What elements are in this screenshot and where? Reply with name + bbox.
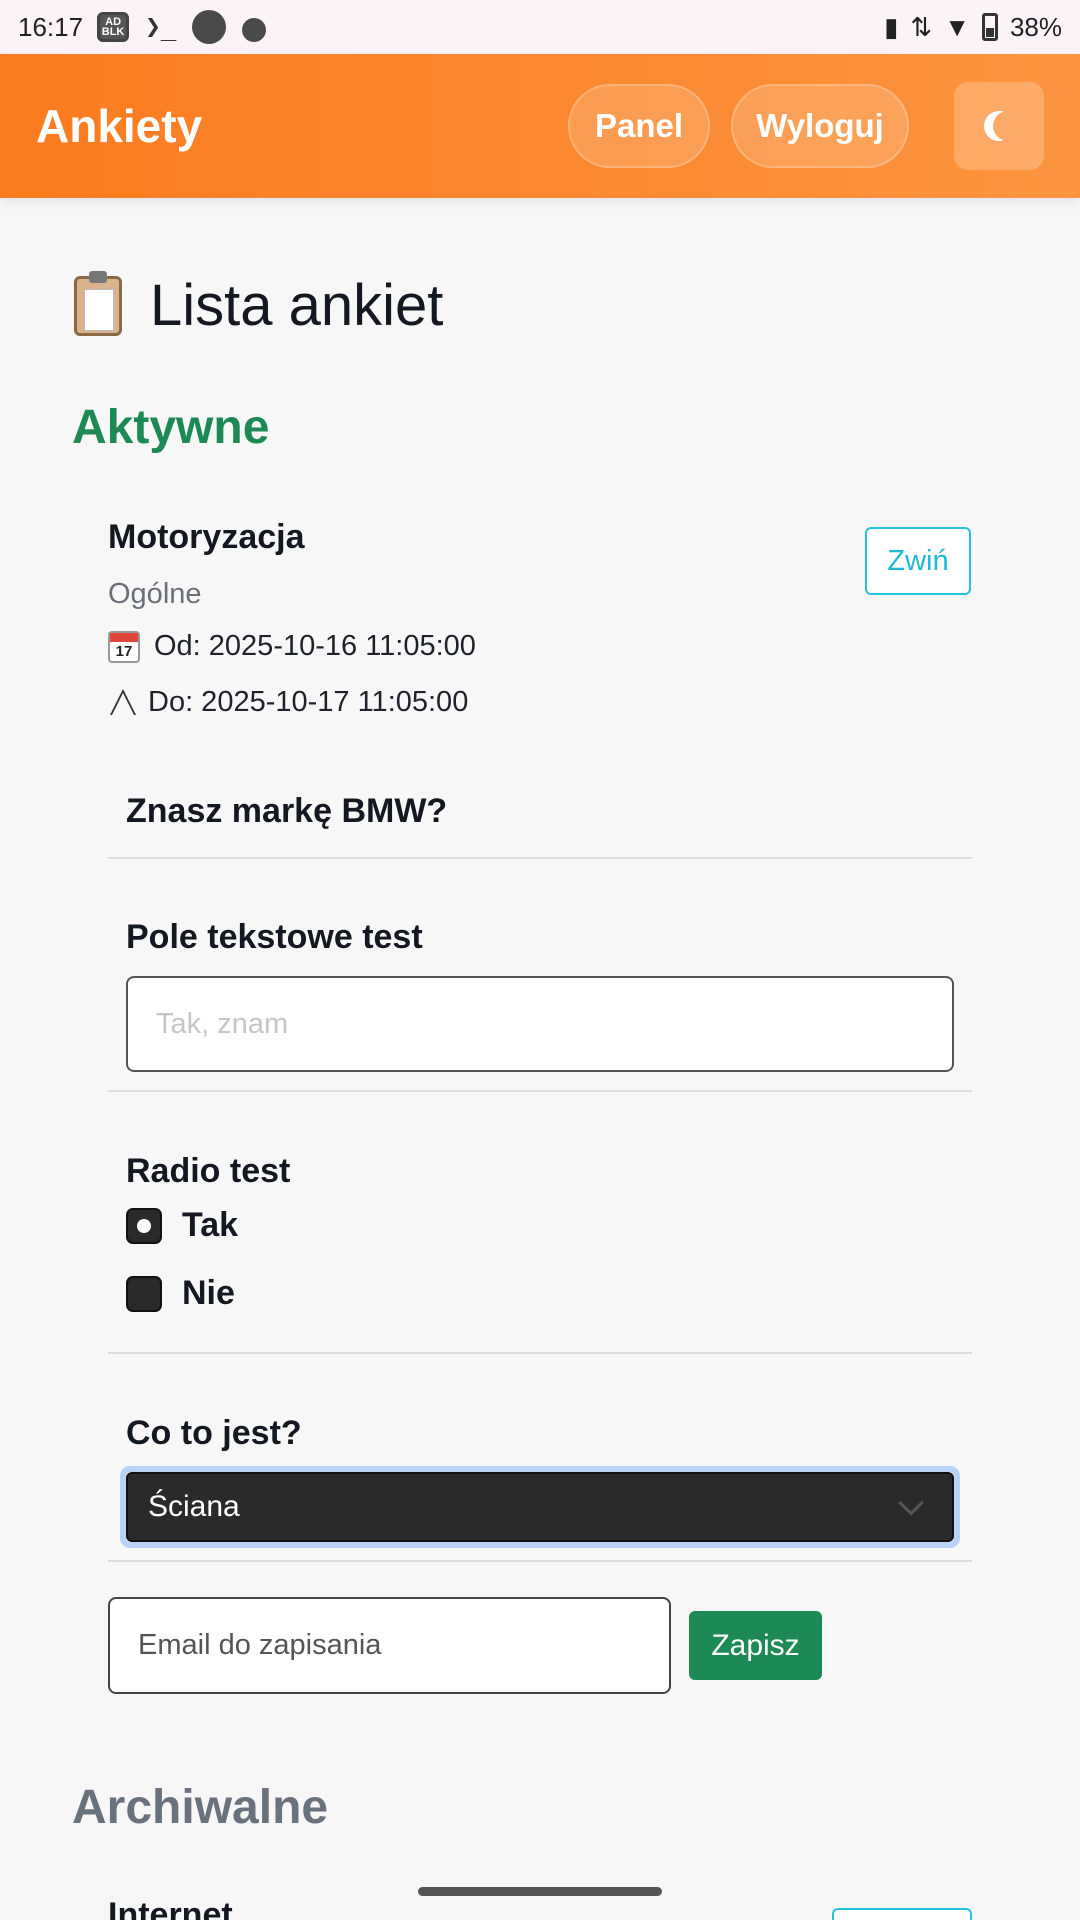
radio-option-tak[interactable]: Tak bbox=[126, 1206, 238, 1245]
logout-button[interactable]: Wyloguj bbox=[731, 84, 909, 168]
battery-icon bbox=[981, 13, 998, 41]
question-4-label: Co to jest? bbox=[126, 1414, 302, 1452]
page-title-text: Lista ankiet bbox=[150, 273, 444, 338]
bomb-icon bbox=[242, 18, 267, 42]
data-arrows-icon: ⇅ bbox=[910, 11, 933, 42]
vibrate-icon: ▮ bbox=[884, 11, 899, 42]
active-heading: Aktywne bbox=[72, 401, 270, 454]
status-right: ▮ ⇅ ▼ 38% bbox=[884, 12, 1062, 43]
divider bbox=[108, 1090, 972, 1092]
survey-title: Motoryzacja bbox=[108, 518, 305, 556]
home-indicator[interactable] bbox=[418, 1887, 662, 1896]
page-title: Lista ankiet bbox=[74, 270, 444, 339]
radio-checked-icon[interactable] bbox=[126, 1207, 162, 1244]
select-value: Ściana bbox=[148, 1490, 240, 1523]
archive-expand-button[interactable] bbox=[832, 1908, 972, 1920]
date-from: Od: 2025-10-16 11:05:00 bbox=[108, 630, 476, 663]
battery-percent: 38% bbox=[1009, 11, 1062, 42]
adblock-icon: AD BLK bbox=[97, 12, 130, 42]
archive-survey-title: Internet bbox=[108, 1896, 233, 1920]
brand-title[interactable]: Ankiety bbox=[36, 99, 202, 153]
circle-icon bbox=[192, 10, 227, 44]
answer-select[interactable]: Ściana bbox=[126, 1472, 954, 1542]
radio-unchecked-icon[interactable] bbox=[126, 1275, 162, 1312]
terminal-icon: ❯_ bbox=[145, 12, 177, 42]
survey-category: Ogólne bbox=[108, 578, 202, 610]
moon-icon bbox=[993, 111, 1023, 141]
email-field[interactable]: Email do zapisania bbox=[108, 1597, 671, 1694]
question-3-label: Radio test bbox=[126, 1152, 291, 1190]
question-1-label: Znasz markę BMW? bbox=[126, 792, 448, 830]
date-from-text: Od: 2025-10-16 11:05:00 bbox=[154, 630, 476, 662]
radio-option-nie[interactable]: Nie bbox=[126, 1274, 235, 1313]
save-button[interactable]: Zapisz bbox=[689, 1611, 822, 1680]
radio-label-nie: Nie bbox=[182, 1274, 235, 1312]
panel-button[interactable]: Panel bbox=[568, 84, 710, 168]
collapse-button[interactable]: Zwiń bbox=[865, 527, 971, 595]
date-to-text: Do: 2025-10-17 11:05:00 bbox=[148, 685, 469, 718]
select-focus-ring: Ściana bbox=[120, 1466, 960, 1548]
deadline-icon bbox=[108, 685, 138, 719]
wifi-icon: ▼ bbox=[944, 11, 970, 42]
date-to: Do: 2025-10-17 11:05:00 bbox=[108, 685, 468, 719]
divider bbox=[108, 857, 972, 859]
clipboard-icon bbox=[74, 270, 122, 336]
app-header: Ankiety Panel Wyloguj bbox=[0, 54, 1080, 198]
theme-toggle-button[interactable] bbox=[954, 82, 1044, 170]
archive-heading: Archiwalne bbox=[72, 1781, 329, 1834]
status-time: 16:17 bbox=[18, 11, 84, 42]
divider bbox=[108, 1560, 972, 1562]
chevron-down-icon bbox=[898, 1490, 924, 1516]
calendar-icon bbox=[108, 630, 140, 663]
question-2-label: Pole tekstowe test bbox=[126, 918, 423, 956]
radio-label-tak: Tak bbox=[182, 1206, 239, 1244]
status-bar: 16:17 AD BLK ❯_ ▮ ⇅ ▼ 38% bbox=[0, 0, 1080, 54]
divider bbox=[108, 1352, 972, 1354]
text-answer-input[interactable]: Tak, znam bbox=[126, 976, 954, 1072]
